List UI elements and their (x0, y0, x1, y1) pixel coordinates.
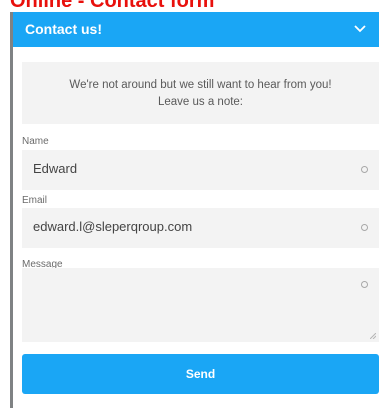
email-label: Email (22, 195, 48, 206)
name-field[interactable]: Edward (22, 150, 379, 190)
offline-notice: We're not around but we still want to he… (22, 62, 379, 124)
required-dot-icon (361, 281, 368, 288)
resize-grip-icon[interactable] (370, 333, 376, 339)
name-value: Edward (33, 161, 78, 176)
required-dot-icon (361, 224, 368, 231)
notice-line-2: Leave us a note: (157, 96, 244, 108)
email-value: edward.l@sleperqroup.com (33, 219, 193, 234)
message-field[interactable] (22, 268, 379, 342)
header-title: Contact us! (25, 21, 102, 37)
email-field[interactable]: edward.l@sleperqroup.com (22, 208, 379, 248)
required-dot-icon (361, 166, 368, 173)
name-label: Name (22, 136, 49, 147)
send-button[interactable]: Send (22, 354, 379, 394)
notice-line-1: We're not around but we still want to he… (69, 79, 332, 91)
page-caption: Online - Contact form (10, 0, 215, 12)
contact-widget: Contact us! We're not around but we stil… (10, 12, 379, 408)
chevron-down-icon[interactable] (353, 21, 367, 35)
widget-header[interactable]: Contact us! (13, 12, 379, 47)
